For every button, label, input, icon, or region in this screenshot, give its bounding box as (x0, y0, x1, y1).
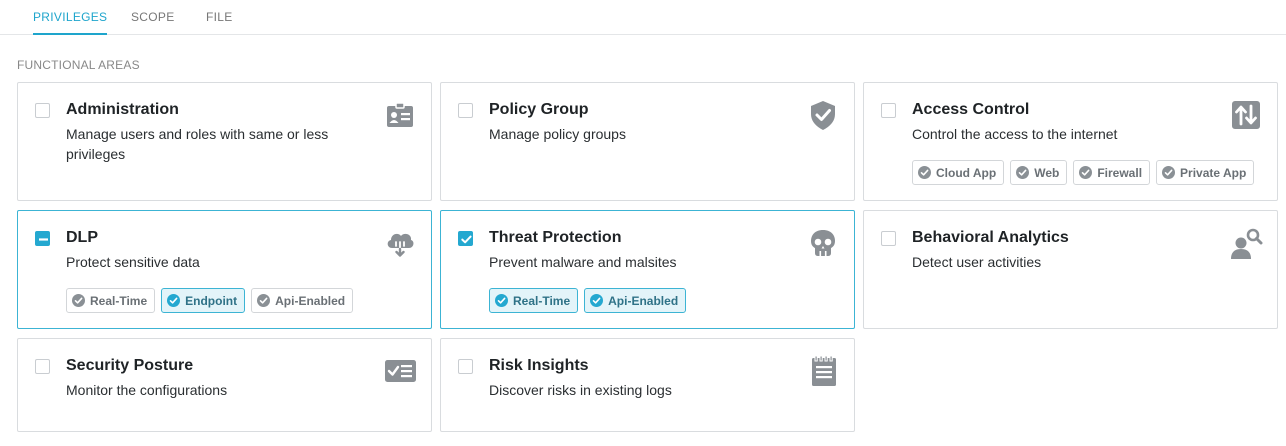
administration-checkbox[interactable] (35, 103, 50, 118)
feature-pill-label: Real-Time (513, 293, 571, 308)
access-control-checkbox[interactable] (881, 103, 896, 118)
card-policy-group[interactable]: Policy Group Manage policy groups (440, 82, 855, 201)
feature-pill-api-enabled[interactable]: Api-Enabled (251, 288, 354, 313)
behavioral-analytics-checkbox[interactable] (881, 231, 896, 246)
check-circle-icon (495, 294, 508, 307)
card-title: Threat Protection (489, 229, 622, 246)
card-administration[interactable]: Administration Manage users and roles wi… (17, 82, 432, 201)
cloud-download-icon (383, 226, 417, 260)
card-title: Administration (66, 101, 179, 118)
card-description: Manage policy groups (489, 126, 626, 142)
card-title: Security Posture (66, 357, 194, 374)
feature-pill-label: Firewall (1097, 165, 1143, 180)
transfer-arrows-icon (1229, 98, 1263, 132)
check-circle-icon (72, 294, 85, 307)
feature-pill-label: Private App (1180, 165, 1247, 180)
section-title: FUNCTIONAL AREAS (17, 58, 140, 72)
card-title: Behavioral Analytics (912, 229, 1069, 246)
check-circle-icon (257, 294, 271, 307)
feature-pill-api-enabled[interactable]: Api-Enabled (584, 288, 687, 313)
user-search-icon (1229, 226, 1263, 260)
feature-pill-label: Api-Enabled (275, 293, 346, 308)
card-description: Manage users and roles with same or less… (66, 126, 329, 162)
feature-pill-endpoint[interactable]: Endpoint (161, 288, 246, 313)
card-description: Prevent malware and malsites (489, 254, 677, 270)
feature-pill-label: Api-Enabled (608, 293, 679, 308)
tab-privileges[interactable]: PRIVILEGES (33, 0, 108, 35)
access-control-features: Cloud App Web Firewall Private App (912, 160, 1255, 185)
card-access-control[interactable]: Access Control Control the access to the… (863, 82, 1278, 201)
card-description: Discover risks in existing logs (489, 382, 672, 398)
threat-protection-checkbox[interactable] (458, 231, 473, 246)
feature-pill-label: Real-Time (90, 293, 148, 308)
tab-bar: PRIVILEGES SCOPE FILE (0, 0, 1286, 35)
card-title: Risk Insights (489, 357, 589, 374)
card-description: Control the access to the internet (912, 126, 1118, 142)
card-description: Monitor the configurations (66, 382, 228, 398)
check-circle-icon (1079, 166, 1093, 179)
card-title: Policy Group (489, 101, 589, 118)
tab-file[interactable]: FILE (206, 0, 233, 34)
check-circle-icon (167, 294, 181, 307)
feature-pill-label: Cloud App (936, 165, 997, 180)
tab-scope[interactable]: SCOPE (131, 0, 175, 34)
feature-pill-cloud-app[interactable]: Cloud App (912, 160, 1005, 185)
skull-icon (806, 226, 840, 260)
shield-check-icon (806, 98, 840, 132)
policy-group-checkbox[interactable] (458, 103, 473, 118)
check-circle-icon (1162, 166, 1176, 179)
log-notepad-icon (806, 354, 840, 388)
dlp-checkbox[interactable] (35, 231, 50, 246)
feature-pill-real-time[interactable]: Real-Time (66, 288, 156, 313)
risk-insights-checkbox[interactable] (458, 359, 473, 374)
feature-pill-private-app[interactable]: Private App (1156, 160, 1255, 185)
card-title: Access Control (912, 101, 1030, 118)
feature-pill-web[interactable]: Web (1010, 160, 1068, 185)
card-threat-protection[interactable]: Threat Protection Prevent malware and ma… (440, 210, 855, 329)
feature-pill-firewall[interactable]: Firewall (1073, 160, 1151, 185)
security-posture-checkbox[interactable] (35, 359, 50, 374)
card-behavioral-analytics[interactable]: Behavioral Analytics Detect user activit… (863, 210, 1278, 329)
feature-pill-label: Endpoint (185, 293, 238, 308)
id-badge-icon (383, 98, 417, 132)
feature-pill-label: Web (1034, 165, 1060, 180)
card-risk-insights[interactable]: Risk Insights Discover risks in existing… (440, 338, 855, 432)
card-security-posture[interactable]: Security Posture Monitor the configurati… (17, 338, 432, 432)
card-dlp[interactable]: DLP Protect sensitive data Real-Time End… (17, 210, 432, 329)
check-circle-icon (590, 294, 604, 307)
card-description: Protect sensitive data (66, 254, 200, 270)
card-description: Detect user activities (912, 254, 1042, 270)
card-title: DLP (66, 229, 98, 246)
threat-protection-features: Real-Time Api-Enabled (489, 288, 687, 313)
checklist-icon (383, 354, 417, 388)
dlp-features: Real-Time Endpoint Api-Enabled (66, 288, 354, 313)
feature-pill-real-time[interactable]: Real-Time (489, 288, 579, 313)
check-circle-icon (918, 166, 931, 179)
check-circle-icon (1016, 166, 1030, 179)
